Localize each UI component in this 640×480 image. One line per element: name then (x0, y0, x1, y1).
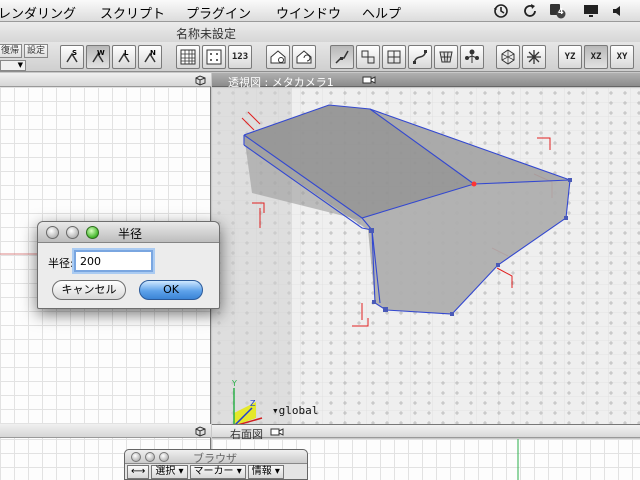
snap-s-icon: S (66, 49, 78, 63)
view-xy-button[interactable]: XY (610, 45, 634, 69)
radius-dialog: 半径 半径: キャンセル OK (37, 221, 220, 309)
light-display-button[interactable] (522, 45, 546, 69)
menu-bar: レンダリング スクリプト プラグイン ウインドウ ヘルプ 4 (0, 0, 640, 22)
house-icon (270, 50, 286, 64)
browser-zoom-button[interactable] (159, 452, 169, 462)
point-edit-button[interactable] (330, 45, 354, 69)
snap-l-icon: L (118, 49, 130, 63)
perspective-view-header: 透視図 : メタカメラ1 (212, 73, 640, 89)
info-dropdown[interactable]: 情報 ▾ (247, 465, 284, 479)
dialog-close-button[interactable] (46, 226, 59, 239)
snap-n-icon: N (144, 49, 156, 63)
camera-icon[interactable] (362, 74, 376, 85)
menu-rendering[interactable]: レンダリング (0, 3, 76, 22)
point-edit-icon (335, 50, 349, 64)
browser-close-button[interactable] (131, 452, 141, 462)
browser-title: ブラウザ (193, 452, 237, 465)
mesh-edit-button[interactable] (434, 45, 458, 69)
view-cube-icon-2[interactable] (194, 425, 208, 437)
camera-icon-2[interactable] (270, 426, 284, 437)
edge-edit-button[interactable] (356, 45, 380, 69)
edge-edit-icon (361, 50, 375, 64)
snap-w-tool-button[interactable]: W (86, 45, 110, 69)
axis-space-dropdown[interactable]: ▾global (272, 404, 318, 417)
perspective-viewport[interactable]: Y Z ▾global (212, 88, 640, 424)
radius-label: 半径: (48, 257, 74, 270)
browser-palette: ブラウザ ⟷ 選択 ▾ マーカー ▾ 情報 ▾ (124, 449, 308, 480)
status-badge: 4 (558, 7, 564, 16)
menu-plugin[interactable]: プラグイン (186, 3, 251, 22)
snap-w-icon: W (92, 49, 105, 63)
select-label: 選択 (155, 466, 176, 477)
settings-button[interactable]: 設定 (24, 44, 49, 58)
svg-text:N: N (150, 49, 156, 57)
toolbar: 復帰 設定 ▼ S W L N 123 YZ XZ XY (0, 42, 640, 72)
snap-n-tool-button[interactable]: N (138, 45, 162, 69)
curve-edit-button[interactable] (408, 45, 432, 69)
select-dropdown[interactable]: 選択 ▾ (151, 465, 188, 479)
table-grid-icon (180, 49, 196, 65)
svg-text:S: S (72, 49, 77, 57)
marker-label: マーカー (193, 466, 234, 477)
cancel-button[interactable]: キャンセル (52, 280, 126, 300)
svg-text:Z: Z (250, 399, 256, 408)
sphere-display-button[interactable] (496, 45, 520, 69)
numeric-label: 123 (231, 52, 249, 62)
front-view-header (0, 424, 211, 438)
sphere-icon (501, 49, 515, 65)
dialog-minimize-button[interactable] (66, 226, 79, 239)
sync-icon[interactable] (521, 2, 539, 20)
tree-button[interactable] (460, 45, 484, 69)
right-view-header: 右面図 (212, 424, 640, 441)
star-icon (527, 50, 541, 64)
marker-dropdown[interactable]: マーカー ▾ (189, 465, 246, 479)
info-label: 情報 (251, 466, 272, 477)
browser-titlebar[interactable]: ブラウザ (125, 450, 307, 465)
view-xz-button[interactable]: XZ (584, 45, 608, 69)
axis-space-label: global (278, 404, 319, 417)
ok-button[interactable]: OK (139, 280, 203, 300)
grid-dots-button[interactable] (202, 45, 226, 69)
dialog-title: 半径 (118, 227, 143, 241)
svg-text:W: W (97, 49, 105, 57)
document-title: 名称未設定 (176, 27, 237, 41)
yz-label: YZ (564, 52, 576, 62)
tree-icon (465, 49, 479, 63)
grid-table-button[interactable] (176, 45, 200, 69)
menu-help[interactable]: ヘルプ (362, 3, 401, 22)
numeric-input-button[interactable]: 123 (228, 45, 252, 69)
curve-edit-icon (413, 50, 427, 64)
browser-nav-arrows[interactable]: ⟷ (127, 465, 150, 479)
toolbar-dropdown[interactable]: ▼ (0, 60, 26, 71)
mesh-edit-icon (439, 51, 453, 63)
browser-minimize-button[interactable] (145, 452, 155, 462)
restore-button[interactable]: 復帰 (0, 44, 23, 58)
radius-input[interactable] (74, 250, 153, 272)
menu-window[interactable]: ウインドウ (276, 3, 341, 22)
time-machine-icon[interactable] (492, 2, 510, 20)
camera-home-button[interactable] (292, 45, 316, 69)
dialog-titlebar[interactable]: 半径 (38, 222, 219, 243)
house-camera-icon (296, 50, 312, 64)
snap-s-tool-button[interactable]: S (60, 45, 84, 69)
snap-l-tool-button[interactable]: L (112, 45, 136, 69)
xy-label: XY (616, 52, 628, 62)
perspective-scene: Y Z (212, 88, 640, 424)
volume-icon[interactable] (610, 2, 628, 20)
status-badge-icon[interactable]: 4 (548, 2, 566, 20)
face-edit-icon (387, 50, 401, 64)
xz-label: XZ (590, 52, 602, 62)
dot-grid-icon (206, 49, 222, 65)
view-yz-button[interactable]: YZ (558, 45, 582, 69)
home-view-button[interactable] (266, 45, 290, 69)
face-edit-button[interactable] (382, 45, 406, 69)
menu-script[interactable]: スクリプト (100, 3, 165, 22)
svg-text:Y: Y (231, 379, 237, 388)
svg-text:L: L (124, 49, 129, 57)
dialog-zoom-button[interactable] (86, 226, 99, 239)
display-icon[interactable] (582, 2, 600, 20)
document-title-bar: 名称未設定 (0, 22, 640, 42)
browser-toolbar: ⟷ 選択 ▾ マーカー ▾ 情報 ▾ (127, 465, 307, 479)
